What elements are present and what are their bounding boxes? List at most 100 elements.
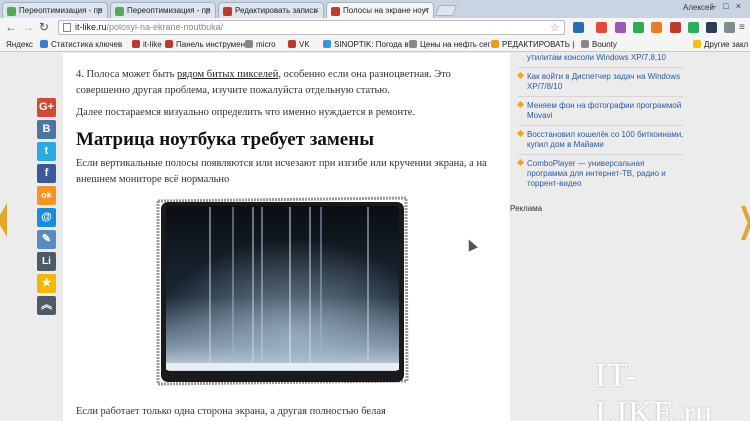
tab-label: Переоптимизация - пр <box>19 6 103 15</box>
related-post-link[interactable]: утилитам консоли Windows XP/7,8,10 <box>518 53 684 68</box>
tab-pereoptimizatsiya-1[interactable]: Переоптимизация - пр × <box>2 2 108 18</box>
mailru-icon[interactable]: @ <box>37 208 56 227</box>
url-path: /polosyi-na-ekrane-noutbuka/ <box>106 22 224 32</box>
tab-pereoptimizatsiya-2[interactable]: Переоптимизация - пр × <box>110 2 216 18</box>
twitter-icon[interactable]: t <box>37 142 56 161</box>
bookmark-yandex[interactable]: Яндекс <box>6 40 33 49</box>
bookmark-label: Другие закл <box>704 40 749 49</box>
extension-icon[interactable] <box>688 22 699 33</box>
bookmark-label: Панель инструмен <box>176 40 246 49</box>
tab-favicon <box>223 7 232 16</box>
share-glyph: t <box>44 145 49 157</box>
share-glyph: ★ <box>41 277 52 289</box>
related-posts-list: утилитам консоли Windows XP/7,8,10 Как в… <box>516 53 684 193</box>
bookmark-label: it-like <box>143 40 162 49</box>
extension-icon[interactable] <box>724 22 735 33</box>
bookmark-redaktirovat[interactable]: РЕДАКТИРОВАТЬ | <box>491 40 574 49</box>
extension-icon[interactable] <box>615 22 626 33</box>
odnoklassniki-icon[interactable]: ok <box>37 186 56 205</box>
bookmark-panel[interactable]: Панель инструмен <box>165 40 245 49</box>
laptop-screen-photo <box>154 195 410 387</box>
bookmark-favicon <box>245 40 253 48</box>
bookmark-favicon <box>323 40 331 48</box>
related-post-title: Как войти в Диспетчер задач на Windows X… <box>527 72 681 91</box>
bookmark-label: micro <box>256 40 276 49</box>
favorites-icon[interactable]: ★ <box>37 274 56 293</box>
close-icon[interactable]: × <box>206 5 211 15</box>
related-post-link[interactable]: Как войти в Диспетчер задач на Windows X… <box>516 68 684 97</box>
social-share-bar: G+ B t f ok @ ✎ Li ★ ︽ <box>37 98 56 318</box>
liveinternet-icon[interactable]: Li <box>37 252 56 271</box>
vk-icon[interactable]: B <box>37 120 56 139</box>
bullet-icon <box>516 158 525 167</box>
livejournal-icon[interactable]: ✎ <box>37 230 56 249</box>
back-icon[interactable]: ← <box>5 20 17 34</box>
bookmark-label: Bounty <box>592 40 617 49</box>
bookmark-vk[interactable]: VK <box>288 40 310 49</box>
window-controls[interactable]: –□× <box>711 1 748 11</box>
user-name[interactable]: Алексей <box>683 3 714 12</box>
folder-icon <box>693 40 701 48</box>
tab-polosy-active[interactable]: Полосы на экране ноут × <box>326 2 434 19</box>
bookmark-micro[interactable]: micro <box>245 40 276 49</box>
bookmark-it-like[interactable]: it-like <box>132 40 162 49</box>
bookmark-neft[interactable]: Цены на нефть сег <box>409 40 491 49</box>
gplus-icon[interactable]: G+ <box>37 98 56 117</box>
forward-icon[interactable]: → <box>22 20 34 34</box>
prev-post-arrow-icon[interactable] <box>0 203 7 237</box>
close-icon[interactable]: × <box>314 5 319 15</box>
share-glyph: Li <box>42 256 51 267</box>
related-post-title: утилитам консоли Windows XP/7,8,10 <box>527 53 667 62</box>
share-glyph: ︽ <box>41 299 52 311</box>
close-icon[interactable]: × <box>424 5 429 15</box>
extension-icon[interactable] <box>633 22 644 33</box>
bullet-icon <box>516 129 525 138</box>
bullet-icon <box>516 100 525 109</box>
share-glyph: ✎ <box>41 233 52 245</box>
tab-bar: Переоптимизация - пр × Переоптимизация -… <box>0 0 750 19</box>
related-post-link[interactable]: ComboPlayer — универсальная программа дл… <box>516 155 684 193</box>
bookmark-other[interactable]: Другие закл <box>693 40 748 49</box>
tab-favicon <box>331 7 340 16</box>
bookmark-statistika[interactable]: Статистика ключев <box>40 40 122 49</box>
ad-label: Реклама <box>510 204 543 213</box>
extension-icon[interactable] <box>706 22 717 33</box>
related-post-title: ComboPlayer — универсальная программа дл… <box>527 159 666 188</box>
tab-redaktirovat[interactable]: Редактировать запись × <box>218 2 324 18</box>
menu-icon[interactable]: ≡ <box>739 22 747 33</box>
article-content: 4. Полоса может быть рядом битых пикселе… <box>63 53 510 421</box>
bookmark-sinoptik[interactable]: SINOPTIK: Погода в <box>323 40 409 49</box>
bookmark-star-icon[interactable]: ☆ <box>550 21 560 34</box>
extension-icon[interactable] <box>651 22 662 33</box>
bookmark-label: VK <box>299 40 310 49</box>
close-icon[interactable]: × <box>98 5 103 15</box>
bookmark-favicon <box>288 40 296 48</box>
article-paragraph: 4. Полоса может быть рядом битых пикселе… <box>76 67 496 99</box>
related-post-link[interactable]: Меняем фон на фотографии программой Mova… <box>516 97 684 126</box>
bookmark-favicon <box>581 40 589 48</box>
reload-icon[interactable]: ↻ <box>39 20 49 34</box>
share-glyph: @ <box>41 211 52 223</box>
next-post-arrow-icon[interactable]: ❯ <box>738 201 750 241</box>
share-glyph: B <box>42 123 51 135</box>
facebook-icon[interactable]: f <box>37 164 56 183</box>
bookmark-favicon <box>132 40 140 48</box>
extension-icon[interactable] <box>670 22 681 33</box>
bullet-icon <box>516 71 525 80</box>
related-post-title: Меняем фон на фотографии программой Mova… <box>527 101 682 120</box>
extension-icon[interactable] <box>573 22 584 33</box>
page-icon <box>63 23 71 32</box>
extension-icon[interactable] <box>596 22 607 33</box>
tab-label: Редактировать запись <box>235 6 318 15</box>
bookmark-bounty[interactable]: Bounty <box>581 40 617 49</box>
tab-label: Полосы на экране ноут <box>343 6 430 15</box>
bookmark-favicon <box>40 40 48 48</box>
address-bar[interactable]: it-like.ru/polosyi-na-ekrane-noutbuka/ ☆ <box>58 20 565 35</box>
scroll-up-icon[interactable]: ︽ <box>37 296 56 315</box>
new-tab-button[interactable] <box>434 5 458 16</box>
article-paragraph: Если вертикальные полосы появляются или … <box>76 158 487 185</box>
bookmark-favicon <box>491 40 499 48</box>
related-post-link[interactable]: Восстановил кошелёк со 100 биткоинами, к… <box>516 126 684 155</box>
url-host: it-like.ru <box>75 22 107 32</box>
dead-pixels-link[interactable]: рядом битых пикселей <box>177 69 278 80</box>
